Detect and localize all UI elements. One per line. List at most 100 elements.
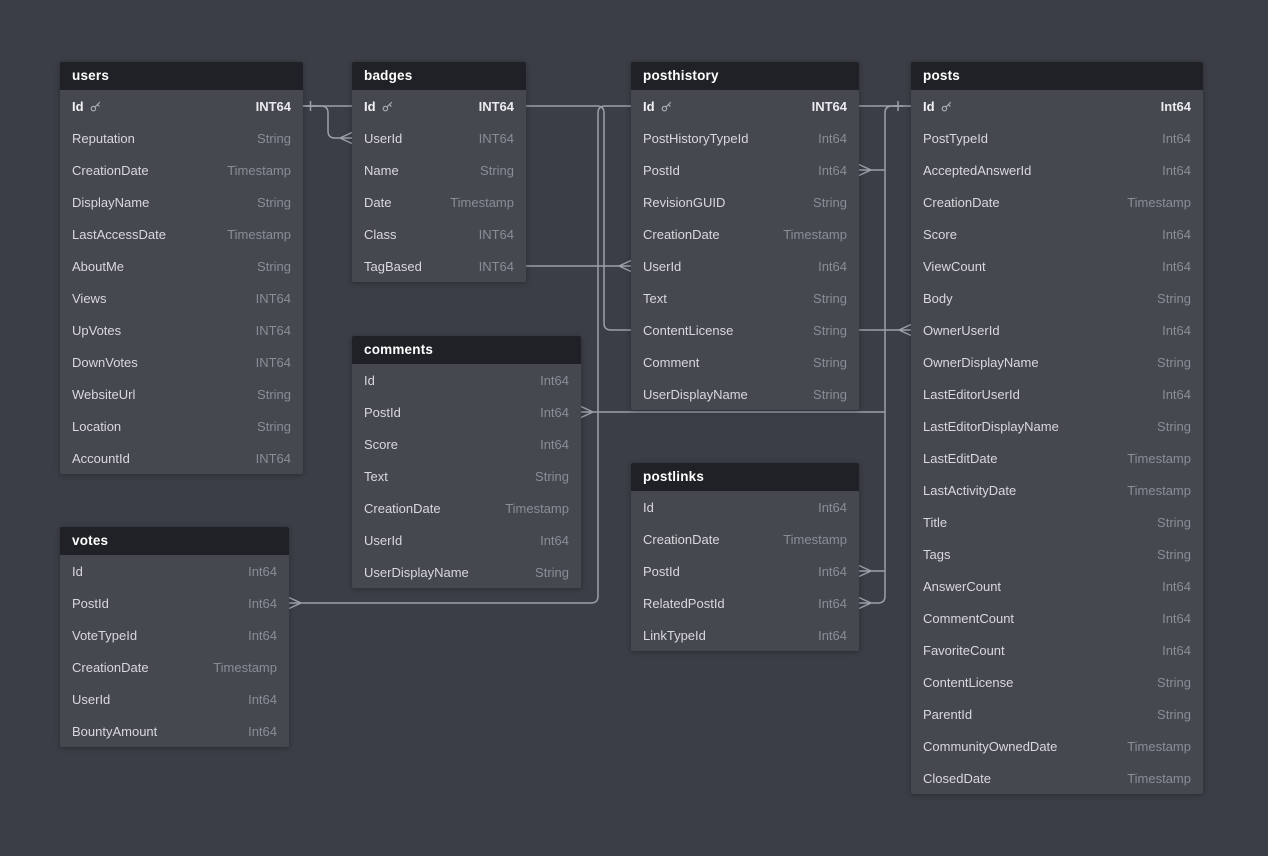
- field-name: Score: [364, 437, 398, 452]
- field-row-users-AboutMe: AboutMeString: [60, 250, 303, 282]
- field-row-users-LastAccessDate: LastAccessDateTimestamp: [60, 218, 303, 250]
- field-row-posts-Id: IdInt64: [911, 90, 1203, 122]
- field-type: Int64: [1162, 259, 1191, 274]
- field-name: CreationDate: [643, 227, 720, 242]
- field-type: Timestamp: [213, 660, 277, 675]
- table-comments[interactable]: commentsIdInt64PostIdInt64ScoreInt64Text…: [352, 336, 581, 588]
- field-type: Int64: [818, 564, 847, 579]
- field-name: DownVotes: [72, 355, 138, 370]
- field-row-users-DisplayName: DisplayNameString: [60, 186, 303, 218]
- field-row-posthistory-PostHistoryTypeId: PostHistoryTypeIdInt64: [631, 122, 859, 154]
- field-row-users-Location: LocationString: [60, 410, 303, 442]
- field-type: INT64: [256, 323, 291, 338]
- field-type: INT64: [479, 131, 514, 146]
- field-row-comments-Id: IdInt64: [352, 364, 581, 396]
- field-name: VoteTypeId: [72, 628, 137, 643]
- field-name: BountyAmount: [72, 724, 157, 739]
- field-type: Int64: [540, 373, 569, 388]
- field-name: Id: [643, 99, 655, 114]
- table-title: comments: [364, 342, 433, 357]
- erd-canvas[interactable]: usersIdINT64ReputationStringCreationDate…: [0, 0, 1268, 856]
- table-comments-header[interactable]: comments: [352, 336, 581, 364]
- field-name: LastActivityDate: [923, 483, 1016, 498]
- field-name: LastEditDate: [923, 451, 997, 466]
- field-row-posts-ViewCount: ViewCountInt64: [911, 250, 1203, 282]
- field-type: Int64: [1162, 579, 1191, 594]
- field-type: Int64: [540, 437, 569, 452]
- field-name: LinkTypeId: [643, 628, 706, 643]
- field-type: INT64: [256, 355, 291, 370]
- field-type: Int64: [248, 628, 277, 643]
- field-row-badges-Name: NameString: [352, 154, 526, 186]
- field-row-posthistory-Id: IdINT64: [631, 90, 859, 122]
- field-type: Int64: [248, 564, 277, 579]
- field-type: String: [257, 259, 291, 274]
- field-row-postlinks-LinkTypeId: LinkTypeIdInt64: [631, 619, 859, 651]
- field-type: String: [813, 323, 847, 338]
- field-type: String: [257, 195, 291, 210]
- field-type: Int64: [1162, 163, 1191, 178]
- field-name: UpVotes: [72, 323, 121, 338]
- field-name: Views: [72, 291, 106, 306]
- field-type: String: [480, 163, 514, 178]
- field-type: Int64: [818, 259, 847, 274]
- table-posts[interactable]: postsIdInt64PostTypeIdInt64AcceptedAnswe…: [911, 62, 1203, 794]
- field-row-comments-PostId: PostId Int64: [352, 396, 581, 428]
- field-name: PostId: [643, 564, 680, 579]
- field-row-users-UpVotes: UpVotes INT64: [60, 314, 303, 346]
- field-name: UserDisplayName: [364, 565, 469, 580]
- field-name: Id: [643, 500, 654, 515]
- field-row-posts-LastEditorDisplayName: LastEditorDisplayNameString: [911, 410, 1203, 442]
- field-type: String: [813, 355, 847, 370]
- field-name: Text: [643, 291, 667, 306]
- table-posts-header[interactable]: posts: [911, 62, 1203, 90]
- field-name: Reputation: [72, 131, 135, 146]
- field-type: String: [813, 291, 847, 306]
- field-type: String: [813, 195, 847, 210]
- relationship-posts.Id-posthistory.PostId: [859, 165, 885, 176]
- table-users-header[interactable]: users: [60, 62, 303, 90]
- table-postlinks-header[interactable]: postlinks: [631, 463, 859, 491]
- field-type: String: [257, 131, 291, 146]
- field-row-comments-UserId: UserIdInt64: [352, 524, 581, 556]
- field-type: Int64: [540, 405, 569, 420]
- field-type: Timestamp: [1127, 739, 1191, 754]
- table-badges[interactable]: badgesIdINT64UserIdINT64NameStringDateTi…: [352, 62, 526, 282]
- field-type: Int64: [248, 596, 277, 611]
- field-type: Int64: [1162, 611, 1191, 626]
- table-votes[interactable]: votesIdInt64PostIdInt64VoteTypeIdInt64Cr…: [60, 527, 289, 747]
- field-row-posthistory-PostId: PostIdInt64: [631, 154, 859, 186]
- table-users[interactable]: usersIdINT64ReputationStringCreationDate…: [60, 62, 303, 474]
- field-name: PostId: [72, 596, 109, 611]
- field-type: Int64: [1161, 99, 1191, 114]
- table-title: users: [72, 68, 109, 83]
- table-badges-header[interactable]: badges: [352, 62, 526, 90]
- table-posthistory-header[interactable]: posthistory: [631, 62, 859, 90]
- field-type: String: [1157, 515, 1191, 530]
- field-name: PostId: [364, 405, 401, 420]
- field-name: LastAccessDate: [72, 227, 166, 242]
- field-type: Int64: [1162, 131, 1191, 146]
- primary-key-icon: [382, 100, 394, 112]
- field-name: OwnerDisplayName: [923, 355, 1039, 370]
- field-name: LastEditorUserId: [923, 387, 1020, 402]
- field-type: Timestamp: [1127, 771, 1191, 786]
- field-type: INT64: [479, 259, 514, 274]
- field-row-users-Reputation: Reputation String: [60, 122, 303, 154]
- field-row-comments-CreationDate: CreationDateTimestamp: [352, 492, 581, 524]
- field-type: INT64: [479, 227, 514, 242]
- field-name: WebsiteUrl: [72, 387, 135, 402]
- table-votes-header[interactable]: votes: [60, 527, 289, 555]
- field-row-posts-CommunityOwnedDate: CommunityOwnedDateTimestamp: [911, 730, 1203, 762]
- field-type: Int64: [818, 596, 847, 611]
- field-type: Timestamp: [450, 195, 514, 210]
- field-row-users-Views: ViewsINT64: [60, 282, 303, 314]
- field-row-badges-Id: IdINT64: [352, 90, 526, 122]
- field-type: String: [1157, 355, 1191, 370]
- primary-key-icon: [90, 100, 102, 112]
- field-type: String: [813, 387, 847, 402]
- table-postlinks[interactable]: postlinksIdInt64CreationDateTimestampPos…: [631, 463, 859, 651]
- table-posthistory[interactable]: posthistoryIdINT64PostHistoryTypeIdInt64…: [631, 62, 859, 410]
- field-row-posts-Title: TitleString: [911, 506, 1203, 538]
- field-name: CreationDate: [72, 163, 149, 178]
